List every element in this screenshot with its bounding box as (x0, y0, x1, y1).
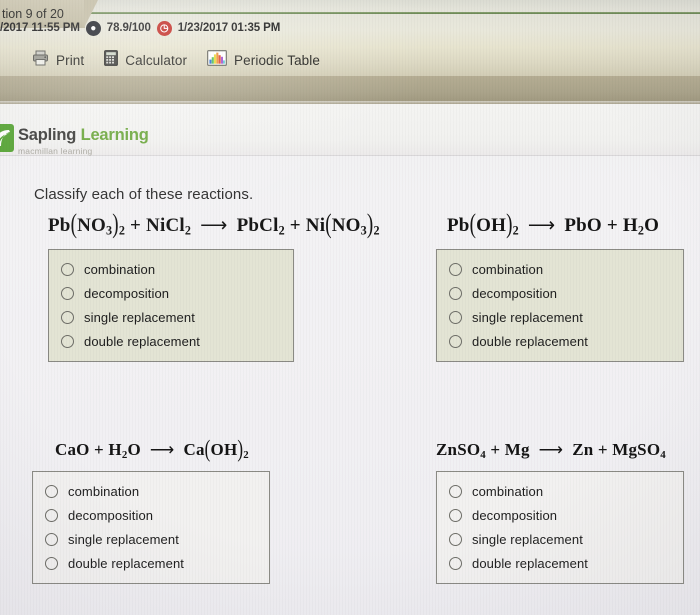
equation-4: ZnSO4 + Mg ⟶ Zn + MgSO4 (436, 440, 666, 462)
radio-button-combination[interactable] (449, 484, 462, 498)
green-divider-rule (0, 12, 700, 14)
brand-name-sapling: Sapling (18, 126, 77, 144)
reaction-arrow-icon: ⟶ (538, 440, 564, 459)
periodic-table-icon (207, 49, 228, 71)
option-row[interactable]: combination (45, 479, 257, 503)
option-label: decomposition (472, 507, 558, 523)
radio-button-double-replacement[interactable] (61, 334, 74, 348)
options-group-3: combination decomposition single replaceme… (32, 471, 270, 585)
options-group-2: combination decomposition single replaceme… (436, 249, 684, 363)
calculator-button[interactable]: Calculator (104, 49, 188, 71)
option-label: decomposition (84, 285, 170, 301)
option-label: double replacement (84, 333, 200, 349)
option-label: single replacement (84, 309, 195, 325)
option-label: combination (84, 261, 156, 277)
option-label: double replacement (472, 333, 588, 349)
brand-name-learning: Learning (80, 126, 149, 144)
option-row[interactable]: decomposition (449, 281, 671, 305)
right-timestamp: 1/23/2017 01:35 PM (177, 22, 281, 34)
problem-1: Pb(NO3)2 + NiCl2 ⟶ PbCl2 + Ni(NO3)2 combin… (48, 209, 380, 363)
option-label: decomposition (472, 285, 558, 301)
score-badge-icon: ● (85, 20, 101, 36)
radio-button-decomposition[interactable] (449, 508, 462, 522)
option-label: single replacement (472, 531, 583, 547)
option-row[interactable]: combination (449, 257, 671, 281)
option-row[interactable]: double replacement (45, 551, 257, 575)
problem-3: CaO + H2O ⟶ Ca(OH)2 combination decompositi… (32, 434, 270, 585)
periodic-table-button[interactable]: Periodic Table (207, 49, 320, 71)
print-button[interactable]: Print (32, 50, 84, 71)
reaction-arrow-icon: ⟶ (149, 440, 175, 459)
radio-button-double-replacement[interactable] (449, 334, 462, 348)
left-timestamp: /2017 11:55 PM (0, 22, 80, 34)
option-row[interactable]: single replacement (61, 305, 281, 329)
option-row[interactable]: combination (61, 257, 281, 281)
option-label: combination (472, 261, 544, 277)
option-label: single replacement (472, 309, 583, 325)
equation-1: Pb(NO3)2 + NiCl2 ⟶ PbCl2 + Ni(NO3)2 (48, 209, 380, 240)
question-tab-strip (0, 76, 700, 104)
page-title: Classify each of these reactions. (34, 186, 254, 203)
clock-icon: ◷ (156, 20, 172, 36)
radio-button-combination[interactable] (45, 484, 58, 498)
question-content: Classify each of these reactions. Pb(NO3… (0, 156, 700, 615)
equation-2: Pb(OH)2 ⟶ PbO + H2O (447, 209, 660, 240)
option-row[interactable]: decomposition (449, 503, 671, 527)
problem-2: Pb(OH)2 ⟶ PbO + H2O combination decompositi… (436, 209, 684, 363)
radio-button-double-replacement[interactable] (449, 556, 462, 570)
screen-photo: /2017 11:55 PM ● 78.9/100 ◷ 1/23/2017 01… (0, 0, 700, 615)
option-row[interactable]: single replacement (45, 527, 257, 551)
calculator-label: Calculator (125, 52, 188, 68)
reaction-arrow-icon: ⟶ (527, 215, 556, 236)
option-label: combination (68, 483, 140, 499)
print-label: Print (56, 52, 85, 68)
radio-button-single-replacement[interactable] (449, 310, 462, 324)
sapling-leaf-logo-icon (0, 124, 14, 152)
brand-tagline: macmillan learning (18, 146, 93, 156)
option-label: combination (472, 483, 544, 499)
option-label: double replacement (472, 555, 588, 571)
calculator-icon (104, 49, 119, 71)
option-row[interactable]: single replacement (449, 527, 671, 551)
status-bar: /2017 11:55 PM ● 78.9/100 ◷ 1/23/2017 01… (0, 19, 280, 37)
option-label: double replacement (68, 555, 184, 571)
printer-icon (32, 50, 49, 71)
equation-3: CaO + H2O ⟶ Ca(OH)2 (55, 434, 249, 463)
option-row[interactable]: single replacement (449, 305, 671, 329)
radio-button-double-replacement[interactable] (45, 556, 58, 570)
radio-button-combination[interactable] (449, 262, 462, 276)
score-value: 78.9/100 (106, 22, 151, 34)
option-label: single replacement (68, 531, 179, 547)
radio-button-single-replacement[interactable] (45, 532, 58, 546)
option-row[interactable]: double replacement (61, 329, 281, 353)
reaction-arrow-icon: ⟶ (200, 215, 228, 236)
radio-button-single-replacement[interactable] (449, 532, 462, 546)
options-group-4: combination decomposition single replaceme… (436, 471, 684, 585)
option-row[interactable]: double replacement (449, 329, 671, 353)
option-row[interactable]: double replacement (449, 551, 671, 575)
option-row[interactable]: decomposition (61, 281, 281, 305)
periodic-table-label: Periodic Table (234, 52, 320, 68)
option-row[interactable]: combination (449, 479, 671, 503)
option-row[interactable]: decomposition (45, 503, 257, 527)
brand-wordmark: Sapling Learning macmillan learning (18, 126, 149, 156)
option-label: decomposition (68, 507, 154, 523)
problem-4: ZnSO4 + Mg ⟶ Zn + MgSO4 combination decompo… (436, 440, 684, 585)
tool-buttons: Print Calculator Periodic Table (32, 48, 320, 72)
radio-button-decomposition[interactable] (449, 286, 462, 300)
radio-button-combination[interactable] (61, 262, 74, 276)
radio-button-single-replacement[interactable] (61, 310, 74, 324)
options-group-1: combination decomposition single replaceme… (48, 249, 294, 363)
radio-button-decomposition[interactable] (45, 508, 58, 522)
radio-button-decomposition[interactable] (61, 286, 74, 300)
